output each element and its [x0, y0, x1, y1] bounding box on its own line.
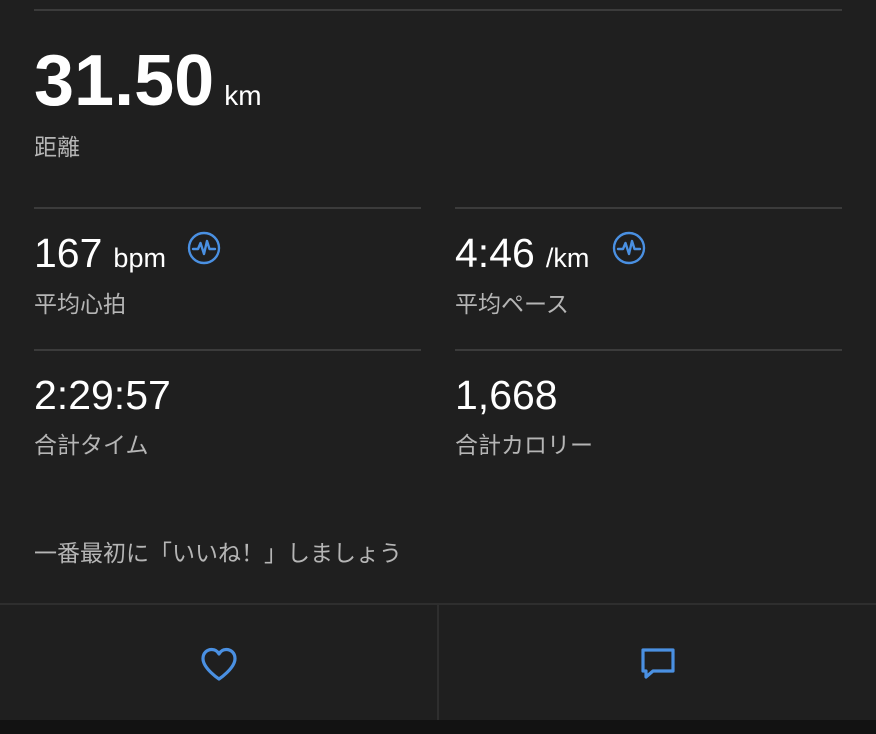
- avg-heart-rate-value: 167: [34, 230, 103, 276]
- distance-unit: km: [224, 80, 262, 111]
- distance-value: 31.50: [34, 41, 215, 121]
- avg-pace-stat: 4:46 /km: [455, 230, 589, 277]
- avg-heart-rate-unit: bpm: [113, 243, 166, 273]
- total-calories-value: 1,668: [455, 372, 558, 418]
- avg-pace-value: 4:46: [455, 230, 535, 276]
- comment-button[interactable]: [437, 605, 876, 722]
- avg-pace-label: 平均ペース: [455, 292, 569, 318]
- like-button[interactable]: [0, 605, 437, 722]
- stat-divider: [34, 207, 421, 209]
- avg-heart-rate-stat: 167 bpm: [34, 230, 166, 277]
- action-bar: [0, 603, 876, 722]
- total-calories-stat: 1,668: [455, 372, 558, 419]
- distance-stat: 31.50 km: [34, 40, 262, 122]
- top-divider: [34, 9, 842, 11]
- avg-heart-rate-label: 平均心拍: [34, 292, 126, 318]
- total-calories-label: 合計カロリー: [455, 433, 593, 459]
- bottom-strip: [0, 720, 876, 734]
- total-time-stat: 2:29:57: [34, 372, 171, 419]
- heart-rate-wave-icon[interactable]: [612, 231, 646, 265]
- total-time-value: 2:29:57: [34, 372, 171, 418]
- stat-divider: [455, 349, 842, 351]
- heart-rate-wave-icon[interactable]: [187, 231, 221, 265]
- stat-divider: [455, 207, 842, 209]
- distance-label: 距離: [34, 135, 80, 161]
- avg-pace-unit: /km: [545, 243, 590, 273]
- comment-icon: [640, 647, 675, 679]
- heart-icon: [200, 647, 237, 681]
- like-prompt: 一番最初に「いいね！」しましょう: [34, 541, 402, 567]
- total-time-label: 合計タイム: [34, 433, 149, 459]
- stat-divider: [34, 349, 421, 351]
